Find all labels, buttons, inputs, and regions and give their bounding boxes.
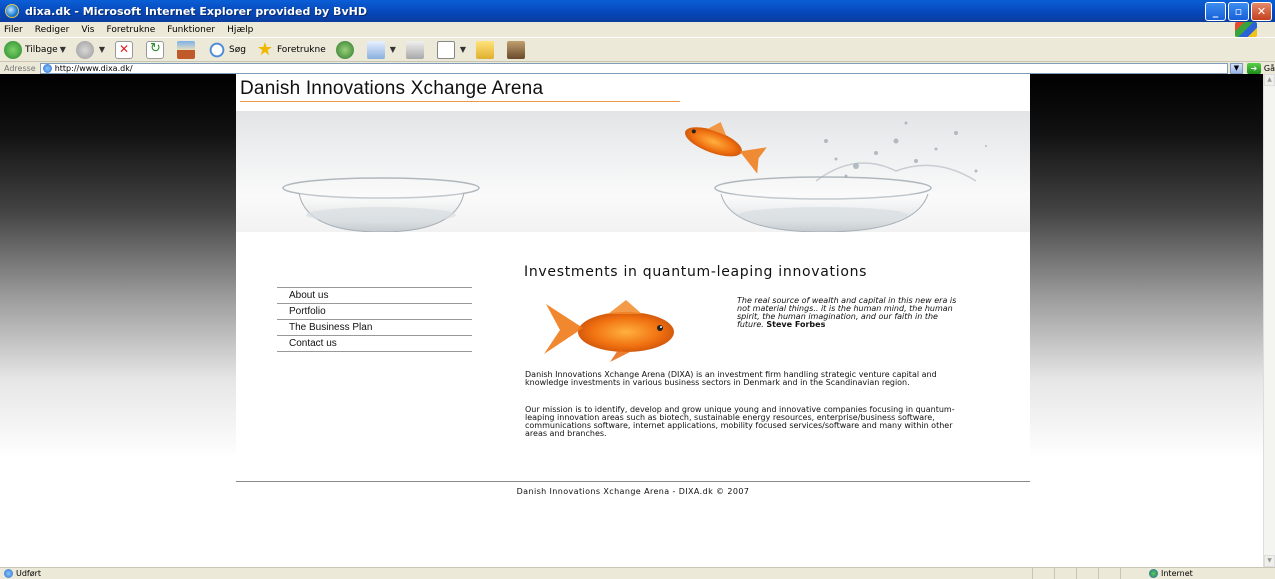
folder-icon [476,40,495,59]
refresh-button[interactable] [146,40,167,59]
title-bar: dixa.dk - Microsoft Internet Explorer pr… [0,0,1275,22]
address-dropdown-icon[interactable]: ▼ [1229,62,1243,74]
search-button[interactable]: Søg [208,40,246,59]
back-label: Tilbage [25,44,58,55]
status-cell [1054,568,1076,579]
stop-button[interactable] [115,40,136,59]
status-bar: Udført Internet [0,567,1275,579]
close-button[interactable]: ✕ [1251,1,1272,21]
page-footer: Danish Innovations Xchange Arena - DIXA.… [516,487,750,496]
nav-about-us[interactable]: About us [277,288,472,304]
menu-view[interactable]: Vis [81,25,94,35]
home-button[interactable] [177,40,198,59]
site-logo[interactable]: Danish Innovations Xchange Arena [240,78,543,100]
research-icon [507,40,526,59]
zone-label: Internet [1161,569,1193,578]
forward-arrow-icon [75,40,94,59]
menu-help[interactable]: Hjælp [227,25,253,35]
banner-image [236,111,1030,232]
quote-block: The real source of wealth and capital in… [737,297,967,329]
quote-author: Steve Forbes [766,320,826,329]
nav-portfolio[interactable]: Portfolio [277,304,472,320]
folder-button[interactable] [476,40,497,59]
maximize-button[interactable]: ▫ [1228,1,1249,21]
search-label: Søg [229,44,246,55]
menu-bar: Filer Rediger Vis Foretrukne Funktioner … [0,22,1275,38]
status-left: Udført [0,569,1032,578]
nav-contact-us[interactable]: Contact us [277,336,472,352]
fishbowls-illustration [282,121,987,232]
internet-globe-icon [1149,569,1158,578]
status-cell [1032,568,1054,579]
search-icon [208,40,227,59]
address-url: http://www.dixa.dk/ [54,63,133,73]
edit-button[interactable]: ▼ [436,40,466,59]
go-button[interactable]: ➔ Gå [1246,62,1275,74]
ie-icon [5,4,19,18]
window-title: dixa.dk - Microsoft Internet Explorer pr… [25,4,367,18]
status-page-icon [4,569,13,578]
menu-tools[interactable]: Funktioner [167,25,215,35]
status-cell [1098,568,1120,579]
scroll-down-icon[interactable]: ▼ [1264,555,1275,567]
side-navigation: About us Portfolio The Business Plan Con… [277,287,472,352]
logo-underline [240,101,680,102]
favorites-label: Foretrukne [276,44,326,55]
toolbar: Tilbage ▼ ▼ Søg ★ Foretrukne ▼ ▼ [0,38,1275,62]
menu-file[interactable]: Filer [4,25,23,35]
intro-paragraph: Danish Innovations Xchange Arena (DIXA) … [525,370,937,387]
stop-icon [115,40,134,59]
page-headline: Investments in quantum-leaping innovatio… [524,264,868,280]
favorites-button[interactable]: ★ Foretrukne [256,38,326,60]
forward-button[interactable]: ▼ [75,40,105,59]
web-page: Danish Innovations Xchange Arena About u… [236,74,1030,567]
star-icon: ★ [256,38,274,60]
menu-edit[interactable]: Rediger [35,25,70,35]
go-label: Gå [1263,63,1275,73]
research-button[interactable] [507,40,528,59]
goldfish-image [544,300,674,362]
home-icon [177,40,196,59]
forward-dropdown-icon[interactable]: ▼ [99,45,105,54]
mail-icon [366,40,385,59]
print-icon [405,40,424,59]
status-cell [1076,568,1098,579]
print-button[interactable] [405,40,427,59]
page-icon [42,63,52,73]
browser-viewport: Danish Innovations Xchange Arena About u… [0,74,1263,567]
menu-favorites[interactable]: Foretrukne [106,25,155,35]
edit-icon [436,40,455,59]
mail-dropdown-icon[interactable]: ▼ [390,45,396,54]
status-text: Udført [16,569,42,578]
mail-button[interactable]: ▼ [366,40,396,59]
refresh-icon [146,40,165,59]
security-zone: Internet [1120,568,1275,579]
footer-divider [236,481,1030,482]
scroll-up-icon[interactable]: ▲ [1264,74,1275,86]
back-arrow-icon [4,40,22,59]
back-button[interactable]: Tilbage ▼ [4,40,66,59]
windows-logo-icon [1235,22,1257,37]
mission-paragraph: Our mission is to identify, develop and … [525,405,955,438]
media-icon [335,40,354,59]
address-bar: Adresse http://www.dixa.dk/ ▼ ➔ Gå [0,62,1275,74]
minimize-button[interactable]: _ [1205,1,1226,21]
vertical-scrollbar[interactable]: ▲ ▼ [1263,74,1275,567]
nav-business-plan[interactable]: The Business Plan [277,320,472,336]
back-dropdown-icon[interactable]: ▼ [60,45,66,54]
edit-dropdown-icon[interactable]: ▼ [460,45,466,54]
address-input[interactable]: http://www.dixa.dk/ [39,62,1228,74]
go-arrow-icon: ➔ [1246,62,1261,74]
address-label: Adresse [4,63,36,73]
media-button[interactable] [335,40,357,59]
window-controls: _ ▫ ✕ [1205,1,1272,21]
